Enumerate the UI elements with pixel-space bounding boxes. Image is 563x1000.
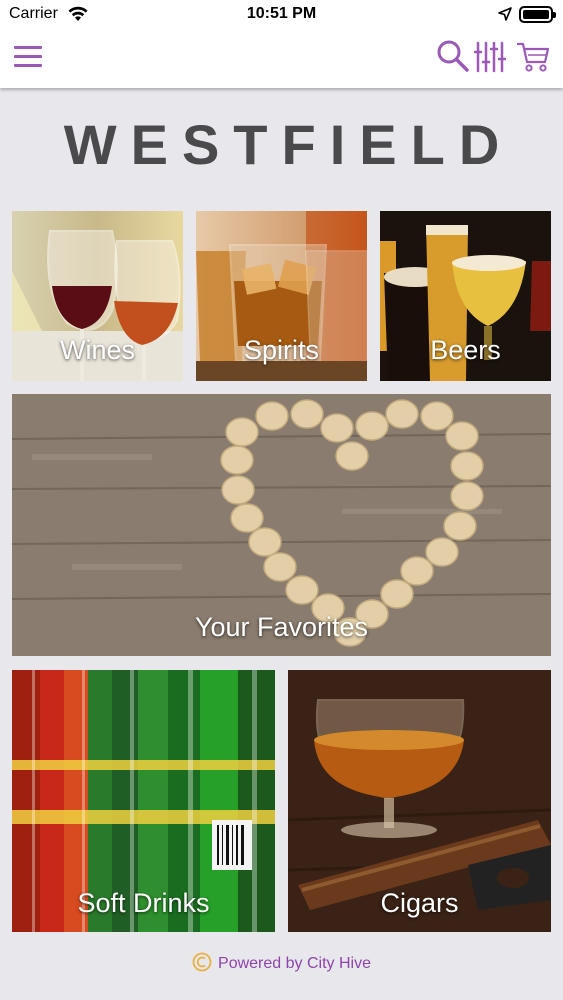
- filter-sliders-icon[interactable]: [474, 40, 506, 74]
- store-logo: WESTFIELD: [63, 113, 514, 176]
- status-bar: Carrier 10:51 PM: [0, 0, 563, 30]
- hamburger-menu-icon[interactable]: [14, 46, 42, 68]
- category-tile-cigars[interactable]: Cigars: [288, 670, 551, 932]
- category-label: Spirits: [243, 335, 319, 365]
- category-tile-spirits[interactable]: Spirits: [196, 211, 367, 381]
- category-label: Cigars: [380, 888, 459, 918]
- category-label: Wines: [59, 335, 135, 365]
- clock: 10:51 PM: [246, 5, 317, 22]
- footer-text: Powered by City Hive: [218, 955, 371, 972]
- shopping-cart-icon[interactable]: [516, 40, 550, 74]
- category-tile-favorites[interactable]: Your Favorites: [12, 394, 551, 656]
- category-tile-beers[interactable]: Beers: [380, 211, 551, 381]
- category-tile-wines[interactable]: Wines: [12, 211, 183, 381]
- category-label: Beers: [430, 335, 501, 365]
- category-label: Soft Drinks: [77, 888, 210, 918]
- battery-icon: [519, 6, 556, 23]
- city-hive-logo-icon: [192, 952, 212, 972]
- location-arrow-icon: [498, 7, 512, 21]
- powered-by-footer[interactable]: Powered by City Hive: [0, 952, 563, 973]
- search-icon[interactable]: [436, 39, 470, 73]
- top-navbar: [0, 30, 563, 88]
- category-label: Your Favorites: [194, 612, 369, 642]
- category-tile-soft-drinks[interactable]: Soft Drinks: [12, 670, 275, 932]
